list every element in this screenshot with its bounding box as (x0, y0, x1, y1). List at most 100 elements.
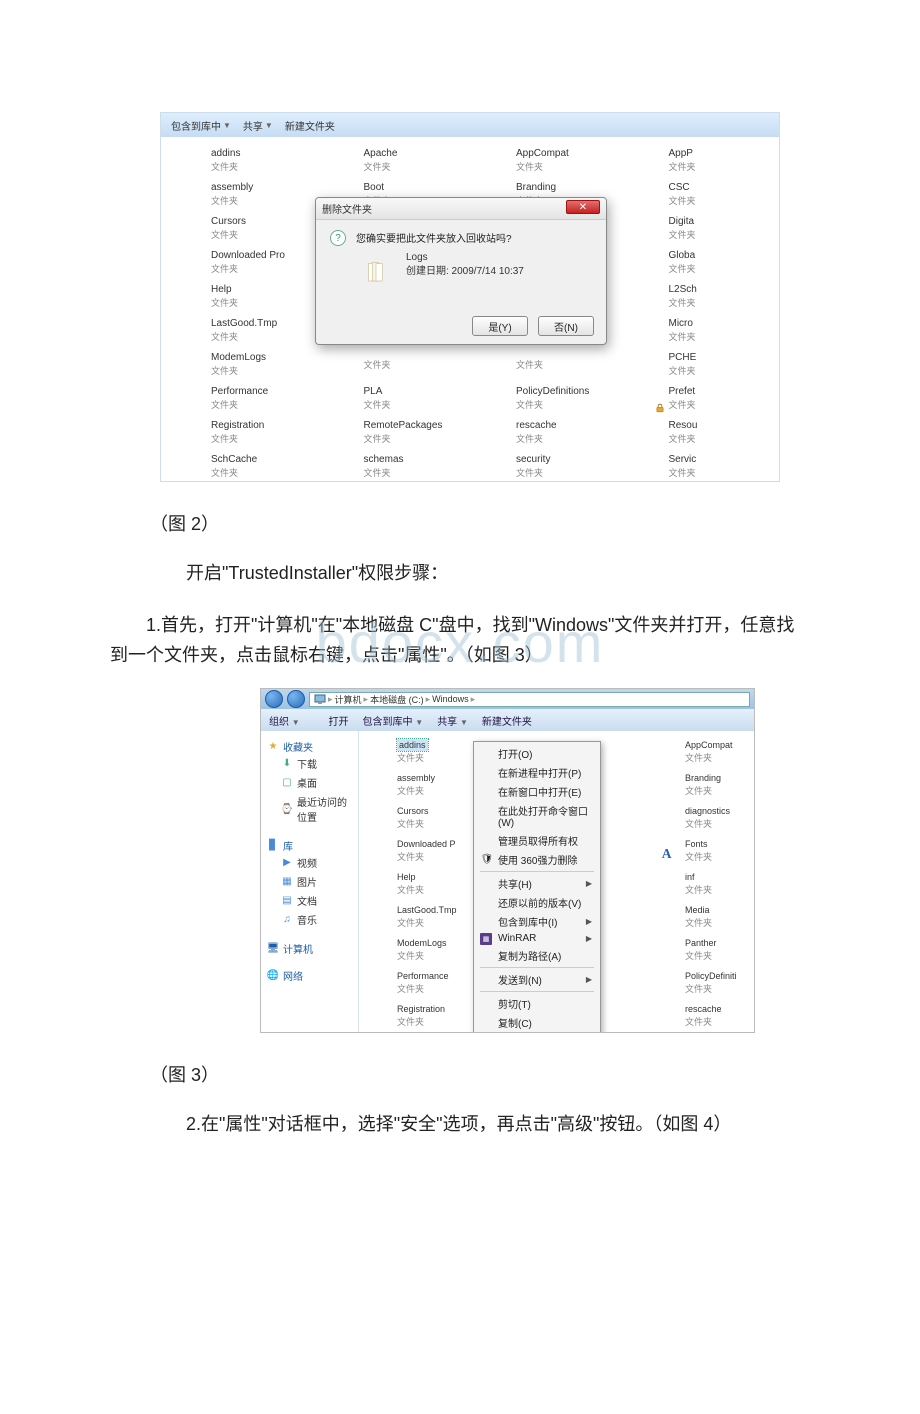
explorer-toolbar-2: 组织 ▼ 打开 包含到库中 ▼ 共享 ▼ 新建文件夹 (261, 709, 754, 731)
folder-item[interactable]: RemotePackages文件夹 (332, 415, 475, 449)
folder-item[interactable]: Branding文件夹 (655, 768, 749, 801)
question-icon: ? (330, 230, 346, 246)
context-menu-item[interactable]: 剪切(T) (476, 994, 598, 1013)
folder-item[interactable]: LastGood.Tmp文件夹 (367, 900, 475, 933)
context-menu-item[interactable]: 在新进程中打开(P) (476, 763, 598, 782)
open-icon (314, 713, 326, 725)
folder-item[interactable]: rescache文件夹 (484, 415, 627, 449)
nav-forward-button[interactable] (287, 690, 305, 708)
folder-item[interactable]: Help文件夹 (367, 867, 475, 900)
folder-item[interactable]: Registration文件夹 (367, 999, 475, 1032)
submenu-arrow-icon: ▶ (586, 917, 592, 926)
folder-item[interactable]: addins文件夹 (179, 143, 322, 177)
folder-item[interactable]: diagnostics文件夹 (655, 801, 749, 834)
folder-item[interactable]: ModemLogs文件夹 (179, 347, 322, 381)
folder-item[interactable]: Panther文件夹 (655, 933, 749, 966)
figure-caption-2: （图 2） (150, 510, 810, 536)
folder-item[interactable]: SchCache文件夹 (179, 449, 322, 482)
folder-item[interactable]: Registration文件夹 (179, 415, 322, 449)
sidebar-item[interactable]: ⌚最近访问的位置 (267, 792, 352, 826)
folder-item[interactable]: PolicyDefinitions文件夹 (484, 381, 627, 415)
folder-item[interactable]: addins文件夹 (367, 735, 475, 768)
dialog-close-button[interactable]: ✕ (566, 200, 600, 214)
address-bar: ▸ 计算机▸ 本地磁盘 (C:)▸ Windows▸ (261, 689, 754, 709)
toolbar-include-2[interactable]: 包含到库中 ▼ (362, 713, 423, 728)
sidebar-network[interactable]: 🌐网络 (267, 968, 352, 983)
folder-item[interactable]: AppCompat文件夹 (655, 735, 749, 768)
sidebar-favorites-title[interactable]: ★收藏夹 (267, 739, 352, 754)
folder-item[interactable]: ModemLogs文件夹 (367, 933, 475, 966)
folder-item[interactable]: LastGood.Tmp文件夹 (179, 313, 322, 347)
folder-item[interactable]: schemas文件夹 (332, 449, 475, 482)
folder-item[interactable]: Micro文件夹 (637, 313, 780, 347)
folder-item[interactable]: PLA文件夹 (332, 381, 475, 415)
folder-item[interactable]: Globa文件夹 (637, 245, 780, 279)
sidebar-item[interactable]: ▤文档 (267, 891, 352, 910)
folder-item[interactable]: assembly文件夹 (367, 768, 475, 801)
folder-item[interactable]: inf文件夹 (655, 867, 749, 900)
folder-item[interactable]: Prefet文件夹 (637, 381, 780, 415)
toolbar-organize[interactable]: 组织 ▼ (269, 713, 300, 728)
sidebar-item[interactable]: ⬇下载 (267, 754, 352, 773)
folder-item[interactable]: security文件夹 (484, 449, 627, 482)
folder-item[interactable]: AppCompat文件夹 (484, 143, 627, 177)
sidebar-computer[interactable]: 🖥计算机 (267, 941, 352, 956)
folder-item[interactable]: assembly文件夹 (179, 177, 322, 211)
context-menu-item[interactable]: 共享(H)▶ (476, 874, 598, 893)
nav-back-button[interactable] (265, 690, 283, 708)
sidebar-libraries-title[interactable]: ▊库 (267, 838, 352, 853)
sidebar-item[interactable]: ▦图片 (267, 872, 352, 891)
context-menu-item[interactable]: 包含到库中(I)▶ (476, 912, 598, 931)
context-menu-item[interactable]: ▦WinRAR▶ (476, 931, 598, 946)
folder-item[interactable]: Downloaded P文件夹 (367, 834, 475, 867)
folder-item[interactable]: rescache文件夹 (655, 999, 749, 1032)
folder-item[interactable]: Downloaded Pro文件夹 (179, 245, 322, 279)
dialog-no-button[interactable]: 否(N) (538, 316, 594, 336)
folder-item[interactable]: 文件夹 (484, 347, 627, 381)
folder-item[interactable]: schemas文件夹 (479, 1032, 651, 1033)
folder-item[interactable]: security文件夹 (655, 1032, 749, 1033)
folder-item[interactable]: Apache文件夹 (332, 143, 475, 177)
sidebar-item[interactable]: ♫音乐 (267, 910, 352, 929)
folder-item[interactable]: L2Sch文件夹 (637, 279, 780, 313)
toolbar-include-in-library[interactable]: 包含到库中 ▼ (171, 118, 231, 133)
folder-item[interactable]: PolicyDefiniti文件夹 (655, 966, 749, 999)
context-menu-item[interactable]: 管理员取得所有权 (476, 831, 598, 850)
sidebar-item[interactable]: ▶视频 (267, 853, 352, 872)
context-menu-separator (480, 871, 594, 872)
toolbar-new-folder[interactable]: 新建文件夹 (285, 118, 335, 133)
dialog-question-text: 您确实要把此文件夹放入回收站吗? (356, 230, 524, 245)
folder-item[interactable]: Cursors文件夹 (367, 801, 475, 834)
context-menu-item[interactable]: 在此处打开命令窗口(W) (476, 801, 598, 831)
context-menu-item[interactable]: 🛡使用 360强力删除 (476, 850, 598, 869)
folder-item[interactable]: Resou文件夹 (637, 415, 780, 449)
folder-item[interactable]: PCHE文件夹 (637, 347, 780, 381)
folder-item[interactable]: SchCache文件夹 (367, 1032, 475, 1033)
context-menu-item[interactable]: 还原以前的版本(V) (476, 893, 598, 912)
sidebar-item[interactable]: ▢桌面 (267, 773, 352, 792)
folder-item[interactable]: Performance文件夹 (179, 381, 322, 415)
folder-item[interactable]: Media文件夹 (655, 900, 749, 933)
toolbar-open[interactable]: 打开 (314, 713, 349, 728)
explorer-toolbar: 包含到库中 ▼ 共享 ▼ 新建文件夹 (161, 113, 779, 137)
context-menu-item[interactable]: 在新窗口中打开(E) (476, 782, 598, 801)
dialog-yes-button[interactable]: 是(Y) (472, 316, 528, 336)
folder-item[interactable]: Help文件夹 (179, 279, 322, 313)
folder-item[interactable]: 文件夹 (332, 347, 475, 381)
context-menu-item[interactable]: 复制为路径(A) (476, 946, 598, 965)
dialog-folder-date: 创建日期: 2009/7/14 10:37 (406, 265, 524, 279)
toolbar-new-folder-2[interactable]: 新建文件夹 (482, 713, 532, 728)
context-menu-item[interactable]: 复制(C) (476, 1013, 598, 1032)
folder-item[interactable]: CSC文件夹 (637, 177, 780, 211)
folder-item[interactable]: AppP文件夹 (637, 143, 780, 177)
context-menu-item[interactable]: 打开(O) (476, 744, 598, 763)
address-breadcrumb[interactable]: ▸ 计算机▸ 本地磁盘 (C:)▸ Windows▸ (309, 692, 750, 707)
context-menu-item[interactable]: 发送到(N)▶ (476, 970, 598, 989)
toolbar-share[interactable]: 共享 ▼ (243, 118, 273, 133)
toolbar-share-2[interactable]: 共享 ▼ (437, 713, 468, 728)
folder-item[interactable]: Digita文件夹 (637, 211, 780, 245)
folder-item[interactable]: Servic文件夹 (637, 449, 780, 482)
folder-item[interactable]: Cursors文件夹 (179, 211, 322, 245)
folder-item[interactable]: Performance文件夹 (367, 966, 475, 999)
folder-item[interactable]: Fonts文件夹 (655, 834, 749, 867)
